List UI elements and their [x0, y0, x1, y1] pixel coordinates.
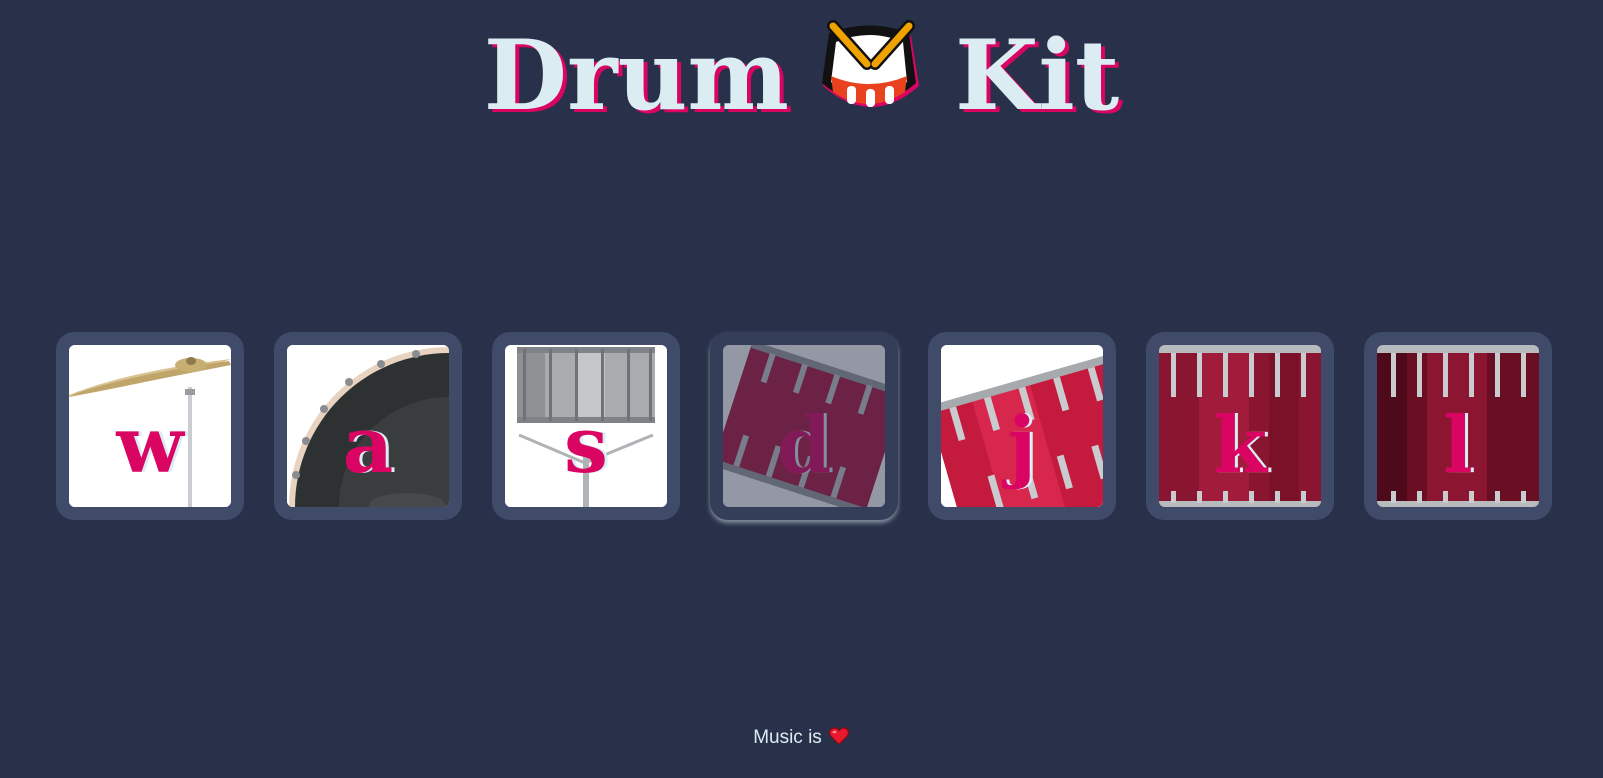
title-word-kit: Kit: [954, 19, 1120, 133]
drum-button-w[interactable]: w: [56, 332, 244, 520]
drum-face: d: [723, 345, 885, 507]
drum-key-letter: j: [1007, 400, 1037, 491]
heart-icon: [828, 725, 850, 747]
drum-emoji-icon: [819, 16, 923, 128]
drum-face: k: [1159, 345, 1321, 507]
drum-face: j: [941, 345, 1103, 507]
drum-button-l[interactable]: l: [1364, 332, 1552, 520]
drum-button-j[interactable]: j: [928, 332, 1116, 520]
drum-face: l: [1377, 345, 1539, 507]
drum-button-a[interactable]: a: [274, 332, 462, 520]
drum-face: a: [287, 345, 449, 507]
drum-key-letter: d: [776, 400, 832, 491]
drum-key-letter: a: [342, 400, 394, 491]
drum-button-k[interactable]: k: [1146, 332, 1334, 520]
footer: Music is: [0, 726, 1603, 750]
page-title: Drum Kit: [0, 8, 1603, 136]
drum-key-letter: k: [1212, 400, 1268, 491]
drum-button-s[interactable]: s: [492, 332, 680, 520]
drum-set: w a s d j k l: [56, 332, 1552, 520]
drum-button-d[interactable]: d: [710, 332, 898, 520]
drum-key-letter: l: [1443, 400, 1473, 491]
drum-face: s: [505, 345, 667, 507]
drum-key-letter: w: [116, 400, 184, 491]
drum-key-letter: s: [564, 400, 608, 491]
title-word-drum: Drum: [483, 19, 789, 133]
drum-face: w: [69, 345, 231, 507]
footer-text: Music is: [753, 727, 822, 748]
